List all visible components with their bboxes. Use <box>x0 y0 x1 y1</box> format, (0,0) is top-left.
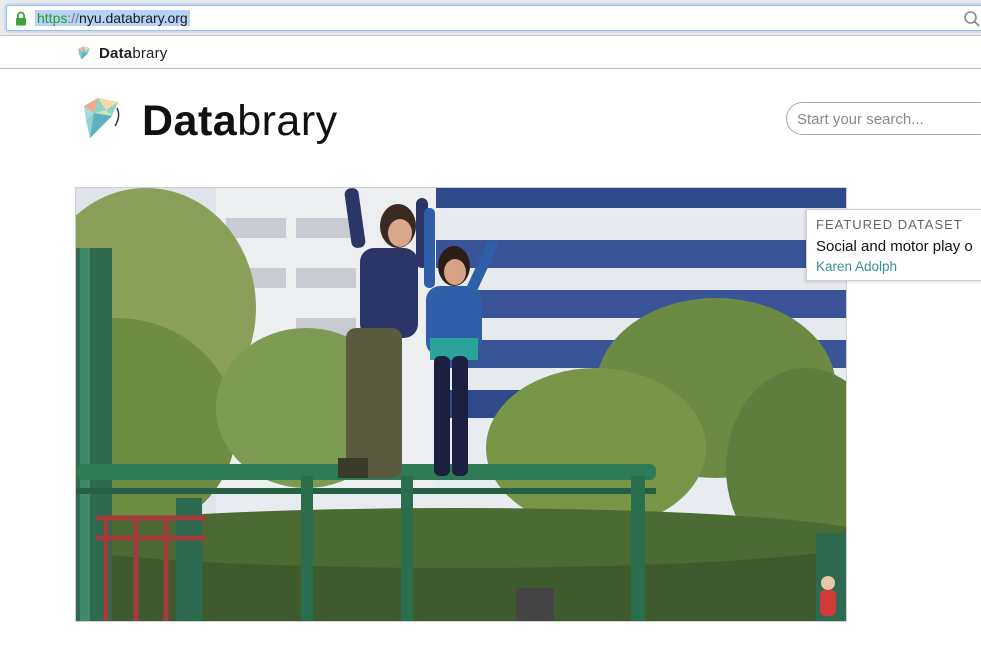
site-title[interactable]: Databrary <box>142 96 338 146</box>
site-search <box>786 102 981 135</box>
url-text[interactable]: https://nyu.databrary.org <box>35 10 190 26</box>
databrary-logo-icon <box>78 45 90 60</box>
featured-heading: FEATURED DATASET <box>816 217 963 232</box>
bookmark-databrary[interactable]: Databrary <box>76 43 168 63</box>
address-bar[interactable]: https://nyu.databrary.org <box>6 5 981 31</box>
featured-title[interactable]: Social and motor play o <box>816 238 973 255</box>
featured-dataset-card[interactable]: FEATURED DATASET Social and motor play o… <box>806 209 981 281</box>
featured-video-still[interactable] <box>75 187 847 622</box>
url-scheme: https <box>37 10 68 26</box>
databrary-logo-icon[interactable] <box>80 96 124 140</box>
url-separator: :// <box>67 10 80 26</box>
search-input[interactable] <box>797 109 977 129</box>
url-host: nyu.databrary.org <box>79 10 188 26</box>
lock-icon <box>16 11 26 26</box>
featured-author-link[interactable]: Karen Adolph <box>816 259 897 274</box>
bookmark-bar: Databrary <box>0 37 981 69</box>
hero-illustration <box>76 188 846 621</box>
browser-toolbar: https://nyu.databrary.org <box>0 0 981 36</box>
bookmark-label: Databrary <box>99 44 168 62</box>
magnifier-icon[interactable] <box>963 10 981 28</box>
